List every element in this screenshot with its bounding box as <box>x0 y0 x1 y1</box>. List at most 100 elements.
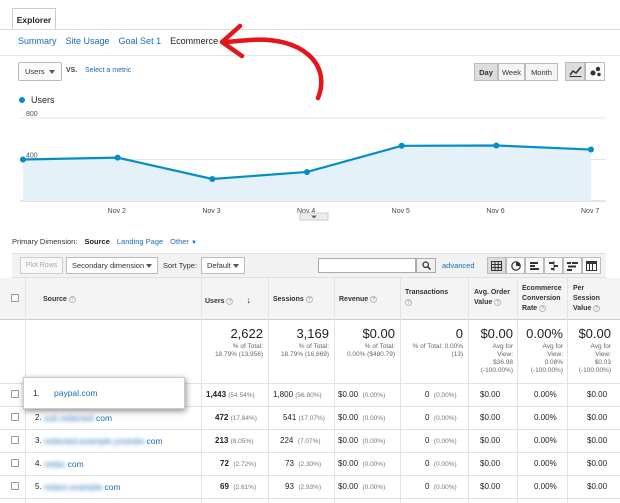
x-tick-label: Nov 5 <box>392 208 410 215</box>
column-header-ecommerce-conversion-rate[interactable]: Ecommerce Conversion Rate? <box>522 284 562 314</box>
dimension-landing-page[interactable]: Landing Page <box>117 237 163 246</box>
week-button[interactable]: Week <box>498 63 525 81</box>
motion-chart-button[interactable] <box>585 62 605 81</box>
primary-dimension-bar: Primary Dimension: Source Landing Page O… <box>12 237 197 246</box>
row-1-per-session-value: $0.00 <box>587 390 608 399</box>
advanced-filter-link[interactable]: advanced <box>442 261 475 270</box>
select-all-checkbox[interactable] <box>11 294 19 302</box>
sort-type-dropdown[interactable]: Default <box>201 257 245 274</box>
total-revenue: $0.00 <box>362 326 395 341</box>
total-ecr-note-1: Avg for <box>542 343 563 350</box>
term-cloud-view-button[interactable] <box>563 257 582 274</box>
row-checkbox[interactable] <box>11 459 19 467</box>
select-metric-link[interactable]: Select a metric <box>85 67 131 74</box>
column-header-avg-order-value[interactable]: Avg. Order Value? <box>474 288 510 308</box>
row-1-source-link[interactable]: paypal.com <box>54 388 97 398</box>
column-header-source-label: Source <box>43 296 67 303</box>
bar-chart-icon <box>529 261 539 270</box>
row-5-users-pct: (2.61%) <box>233 484 257 491</box>
column-header-sessions[interactable]: Sessions? <box>273 295 313 305</box>
plot-rows-button[interactable]: Plot Rows <box>20 257 63 274</box>
total-transactions: 0 <box>455 326 463 341</box>
row-2-revenue-pct: (0.00%) <box>362 415 386 422</box>
pivot-view-button[interactable] <box>582 257 601 274</box>
row-4-users-value: 72 <box>220 459 229 468</box>
column-header-ps-label-3: Value <box>573 305 592 312</box>
row-3-source-link[interactable]: redacted.example.youtube.com <box>44 436 163 446</box>
subtab-site-usage[interactable]: Site Usage <box>66 36 110 50</box>
row-1-users-value: 1,443 <box>206 390 227 399</box>
column-header-ps-label-1: Per <box>573 285 585 292</box>
row-5-source-link[interactable]: redact.example.com <box>44 482 121 492</box>
row-4-revenue-value: $0.00 <box>338 459 359 468</box>
row-2-avg-order-value: $0.00 <box>480 413 501 422</box>
row-5-transactions: 0 (0.00%) <box>425 482 457 491</box>
column-divider <box>468 278 469 503</box>
row-5-users-value: 69 <box>220 482 229 491</box>
row-4-sessions: 73 (2.30%) <box>285 459 321 468</box>
row-2-sessions-value: 541 <box>283 413 297 422</box>
table-search-input[interactable] <box>318 258 416 273</box>
subtab-summary[interactable]: Summary <box>18 36 57 50</box>
row-3-transactions-value: 0 <box>425 436 430 445</box>
x-tick-label: Nov 3 <box>202 208 220 215</box>
row-checkbox[interactable] <box>11 436 19 444</box>
row-checkbox[interactable] <box>11 413 19 421</box>
search-button[interactable] <box>416 258 436 273</box>
total-ecr-note-2: View: <box>547 351 563 358</box>
column-header-transactions[interactable]: Transactions? <box>405 288 448 308</box>
term-cloud-icon <box>567 261 578 271</box>
column-header-ecr-label-2: Conversion <box>522 295 561 302</box>
row-4-sessions-value: 73 <box>285 459 294 468</box>
total-transactions-note-1: % of Total: 0.00% <box>412 343 463 350</box>
row-divider <box>0 498 620 499</box>
row-2-source-link[interactable]: sub.redacted-com <box>44 413 112 423</box>
row-checkbox[interactable] <box>11 390 19 398</box>
performance-view-button[interactable] <box>525 257 544 274</box>
x-tick-label: Nov 6 <box>486 208 504 215</box>
row-2-users: 472 (17.84%) <box>215 413 257 422</box>
total-ps-note-4: (-100.00%) <box>578 367 611 374</box>
subtab-goal-set-1[interactable]: Goal Set 1 <box>119 36 162 50</box>
row-4-number: 4. <box>35 459 42 468</box>
total-avg-order-note-3: $36.98 <box>493 359 513 366</box>
pie-view-button[interactable] <box>506 257 525 274</box>
total-conversion-rate: 0.00% <box>526 326 563 341</box>
day-button[interactable]: Day <box>474 63 498 81</box>
data-point <box>398 142 405 149</box>
row-2-sessions: 541 (17.07%) <box>283 413 325 422</box>
annotation-arrow-curve <box>223 37 324 101</box>
sort-descending-icon: ↓ <box>246 295 251 305</box>
row-1-sessions-value: 1,800 <box>273 390 294 399</box>
row-4-source-link[interactable]: redac.com <box>44 459 84 469</box>
comparison-view-button[interactable] <box>544 257 563 274</box>
row-2-per-session-value: $0.00 <box>587 413 608 422</box>
column-divider <box>334 278 335 503</box>
row-1-sessions-pct: (56.80%) <box>295 392 322 399</box>
grid-icon <box>491 260 502 271</box>
row-5-avg-order-value: $0.00 <box>480 482 501 491</box>
explorer-tab[interactable]: Explorer <box>12 8 56 30</box>
column-header-source[interactable]: Source? <box>43 295 76 305</box>
row-5-revenue-value: $0.00 <box>338 482 359 491</box>
secondary-dimension-dropdown[interactable]: Secondary dimension <box>66 257 158 274</box>
total-users-note-2: 18.79% (13,956) <box>214 351 263 358</box>
row-2-revenue-value: $0.00 <box>338 413 359 422</box>
chevron-down-icon: ▼ <box>191 240 197 246</box>
table-view-button[interactable] <box>487 257 506 274</box>
column-header-revenue[interactable]: Revenue? <box>339 295 378 305</box>
column-header-users[interactable]: Users? ↓ <box>205 295 251 307</box>
row-checkbox[interactable] <box>11 482 19 490</box>
dimension-source[interactable]: Source <box>84 237 109 246</box>
dimension-other-dropdown[interactable]: Other ▼ <box>170 237 197 246</box>
column-header-revenue-label: Revenue <box>339 296 369 303</box>
line-chart-button[interactable] <box>565 62 585 81</box>
row-5-number: 5. <box>35 482 42 491</box>
row-4-avg-order-value: $0.00 <box>480 459 501 468</box>
sort-type-label: Sort Type: <box>163 261 198 270</box>
month-button[interactable]: Month <box>525 63 558 81</box>
metric-selector[interactable]: Users <box>18 62 62 81</box>
help-icon: ? <box>305 295 313 303</box>
sort-type-value: Default <box>207 261 231 270</box>
column-header-per-session-value[interactable]: Per Session Value? <box>573 284 601 314</box>
